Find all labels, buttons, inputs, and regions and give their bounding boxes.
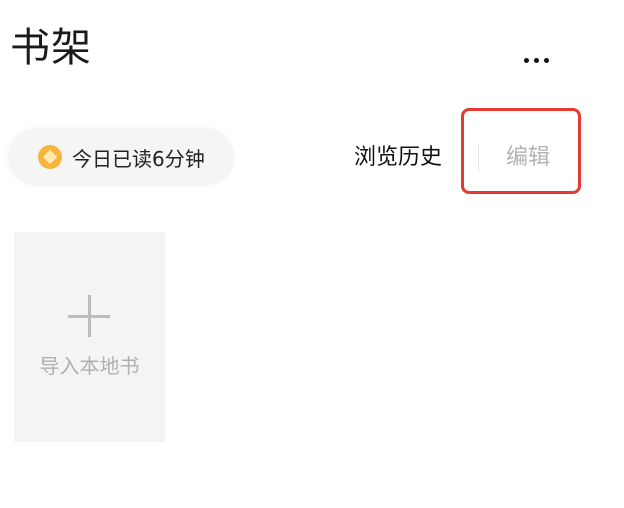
more-dot: [543, 57, 549, 63]
more-horizontal-icon: [523, 57, 529, 63]
edit-button[interactable]: 编辑: [506, 140, 550, 176]
plus-icon: [68, 295, 110, 337]
bookshelf-page: 书架 今日已读6分钟 浏览历史 编辑 导入本地书: [0, 0, 624, 508]
more-dot: [533, 57, 539, 63]
reading-time-badge[interactable]: 今日已读6分钟: [8, 128, 234, 186]
import-local-book-label: 导入本地书: [39, 354, 140, 378]
browse-history-button[interactable]: 浏览历史: [354, 140, 442, 176]
more-menu-button[interactable]: [512, 44, 560, 76]
page-title: 书架: [10, 25, 92, 71]
coin-icon: [38, 145, 62, 169]
reading-time-label: 今日已读6分钟: [72, 146, 205, 171]
import-local-book-card[interactable]: 导入本地书: [14, 232, 165, 442]
